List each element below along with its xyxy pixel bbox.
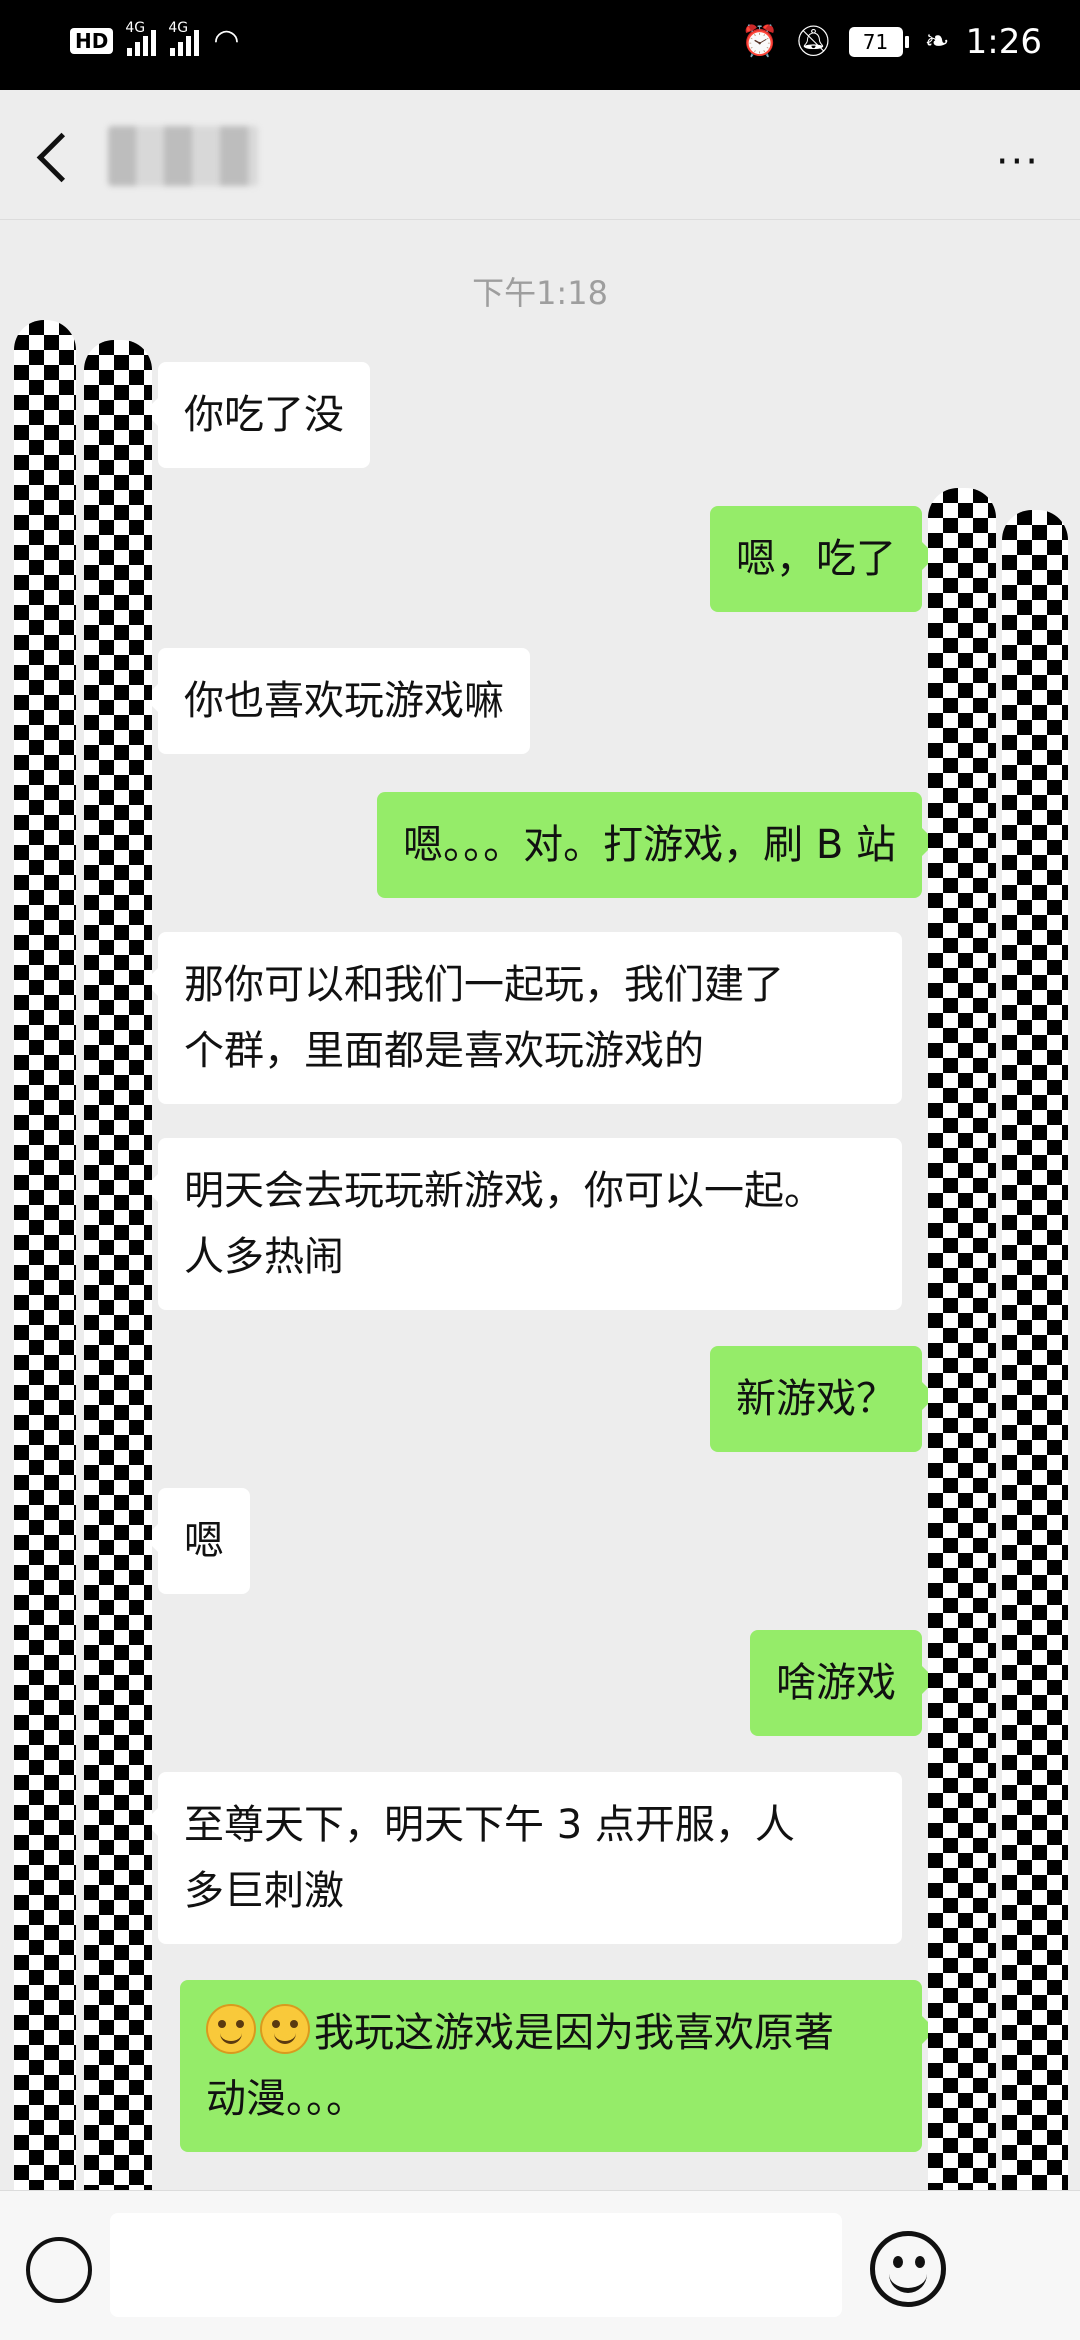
contact-name-redacted (108, 126, 258, 186)
message-bubble-outgoing[interactable]: 嗯，吃了 (710, 506, 936, 612)
message-input[interactable] (110, 2213, 842, 2317)
avatar-redaction-left-2 (84, 340, 152, 2330)
more-button[interactable]: ··· (996, 142, 1040, 182)
message-line: 动漫。。。 (206, 2076, 366, 2122)
wifi-icon: ◠ (213, 23, 240, 58)
chat-header: ··· (0, 90, 1080, 220)
message-timestamp: 下午1:18 (472, 274, 608, 312)
message-line: 个群，里面都是喜欢玩游戏的 (184, 1028, 704, 1074)
alarm-icon: ⏰ (741, 24, 779, 59)
message-bubble-outgoing[interactable]: 啥游戏 (750, 1630, 936, 1736)
clock: 1:26 (965, 22, 1042, 62)
message-bubble-incoming[interactable]: 至尊天下，明天下午 3 点开服，人 多巨刺激 (144, 1772, 902, 1944)
smile-emoji-icon (206, 2004, 256, 2054)
message-line: 至尊天下，明天下午 3 点开服，人 (184, 1802, 795, 1848)
avatar-redaction-right (928, 488, 996, 2338)
message-bubble-outgoing[interactable]: 我玩这游戏是因为我喜欢原著 动漫。。。 (180, 1980, 936, 2152)
message-bubble-incoming[interactable]: 那你可以和我们一起玩，我们建了 个群，里面都是喜欢玩游戏的 (144, 932, 902, 1104)
back-button[interactable] (30, 128, 80, 184)
message-line: 多巨刺激 (184, 1868, 344, 1914)
message-line: 那你可以和我们一起玩，我们建了 (184, 962, 784, 1008)
voice-icon[interactable] (26, 2237, 92, 2303)
message-bubble-outgoing[interactable]: 嗯。。。对。打游戏，刷 B 站 (377, 792, 936, 898)
signal-icon: 4G (125, 20, 157, 56)
message-bubble-incoming[interactable]: 明天会去玩玩新游戏，你可以一起。 人多热闹 (144, 1138, 902, 1310)
message-line: 我玩这游戏是因为我喜欢原著 (206, 2000, 896, 2066)
message-bubble-incoming[interactable]: 你也喜欢玩游戏嘛 (144, 648, 530, 754)
status-bar: HD 4G 4G ◠ ⏰ 🔕︎ 71 ❧ 1:26 (0, 0, 1080, 90)
smile-emoji-icon (260, 2004, 310, 2054)
input-bar (0, 2190, 1080, 2340)
message-bubble-outgoing[interactable]: 新游戏？ (710, 1346, 936, 1452)
avatar-redaction-left (14, 320, 76, 2330)
message-bubble-incoming[interactable]: 你吃了没 (144, 362, 370, 468)
message-line: 人多热闹 (184, 1234, 344, 1280)
battery-level: 71 (848, 27, 903, 57)
battery-icon: 71 (848, 27, 909, 57)
chat-area[interactable]: 下午1:18 你吃了没 嗯，吃了 你也喜欢玩游戏嘛 嗯。。。对。打游戏，刷 B … (0, 220, 1080, 2190)
message-text: 我玩这游戏是因为我喜欢原著 (314, 2010, 834, 2056)
leaf-icon: ❧ (924, 24, 950, 59)
emoji-icon[interactable] (870, 2231, 946, 2307)
avatar-redaction-right-2 (1002, 510, 1068, 2338)
signal-icon-2: 4G (168, 20, 200, 56)
message-line: 明天会去玩玩新游戏，你可以一起。 (184, 1168, 824, 1214)
network-type: 4G (125, 20, 146, 36)
mute-icon: 🔕︎ (794, 24, 833, 59)
network-type-2: 4G (168, 20, 189, 36)
hd-badge: HD (70, 28, 114, 54)
message-bubble-incoming[interactable]: 嗯 (144, 1488, 250, 1594)
